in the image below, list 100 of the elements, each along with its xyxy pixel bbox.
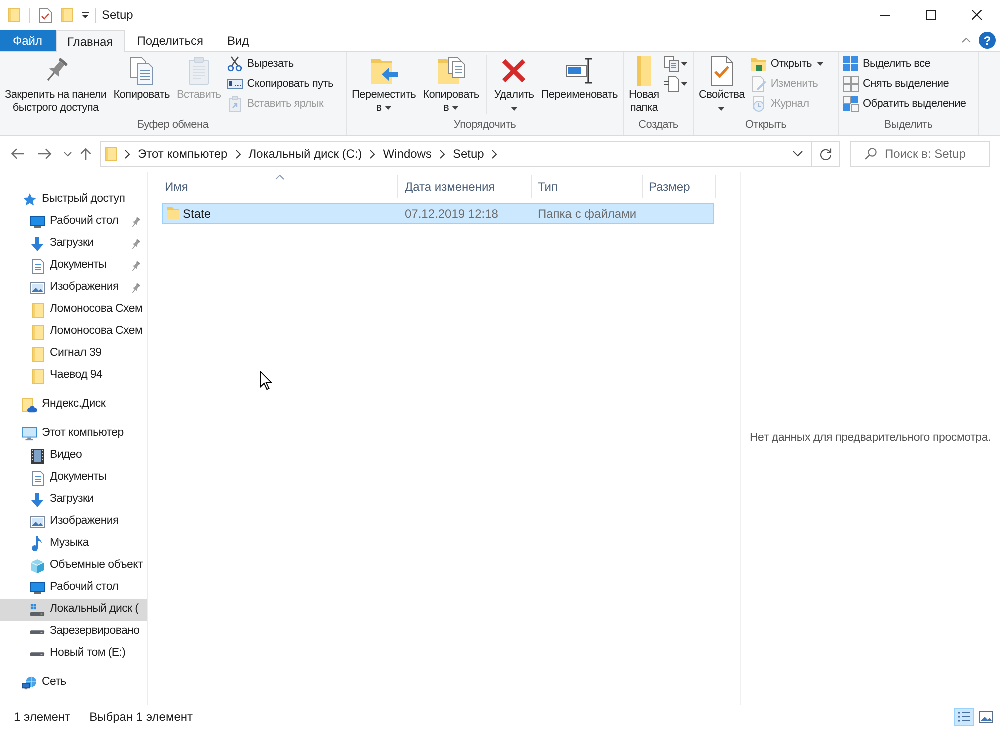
new-item-button[interactable]	[663, 54, 690, 74]
nav-item[interactable]: Загрузки	[0, 233, 147, 255]
nav-item[interactable]: Быстрый доступ	[0, 189, 147, 211]
cube-icon	[30, 558, 45, 574]
address-bar[interactable]: Этот компьютер Локальный диск (C:) Windows Setup	[100, 141, 840, 167]
folder-icon	[750, 56, 767, 72]
file-name: State	[183, 206, 212, 222]
delete-button[interactable]: Удалить	[491, 55, 538, 111]
chevron-right-icon[interactable]	[125, 150, 130, 158]
column-header[interactable]: Размер	[643, 175, 716, 198]
breadcrumb[interactable]: Windows	[383, 145, 432, 163]
chevron-up-icon[interactable]	[962, 38, 971, 43]
page-lines-icon	[664, 76, 680, 92]
modified-date: 07.12.2019 12:18	[405, 206, 498, 220]
drive-icon	[30, 630, 45, 634]
minimize-icon[interactable]	[880, 14, 890, 16]
select-all-button[interactable]: Выделить все	[840, 54, 968, 74]
nav-item[interactable]: Изображения	[0, 511, 147, 533]
nav-item[interactable]: Ломоносова Схем	[0, 321, 147, 343]
nav-item[interactable]: Чаевод 94	[0, 365, 147, 387]
thumbnails-view-icon[interactable]	[976, 708, 996, 726]
select-none-button[interactable]: Снять выделение	[840, 74, 968, 94]
squares-icon	[842, 56, 859, 72]
forward-arrow-icon[interactable]	[38, 148, 52, 160]
nav-item[interactable]: Яндекс.Диск	[0, 394, 147, 416]
desktop-icon	[30, 216, 45, 228]
nav-item[interactable]: Рабочий стол	[0, 577, 147, 599]
nav-item[interactable]: Рабочий стол	[0, 211, 147, 233]
group-label: Создать	[638, 118, 680, 133]
group-label: Открыть	[744, 118, 788, 133]
properties-button[interactable]: Свойства	[696, 55, 748, 111]
column-header[interactable]: Дата изменения	[398, 175, 532, 198]
back-arrow-icon[interactable]	[11, 148, 25, 160]
page-check-icon[interactable]	[39, 8, 52, 22]
nav-item[interactable]: Новый том (E:)	[0, 643, 147, 665]
rename-button[interactable]: Переименовать	[538, 55, 621, 102]
breadcrumb[interactable]: Setup	[452, 145, 484, 163]
close-icon[interactable]	[972, 10, 982, 20]
breadcrumb[interactable]: Локальный диск (C:)	[248, 145, 362, 163]
copy-to-button[interactable]: Копировать в	[420, 55, 482, 115]
nav-item[interactable]: Видео	[0, 445, 147, 467]
window-title: Setup	[102, 7, 134, 24]
breadcrumb[interactable]: Этот компьютер	[138, 145, 228, 163]
file-row[interactable]: State 07.12.2019 12:18 Папка с файлами	[162, 203, 714, 224]
selection-count: Выбран 1 элемент	[90, 709, 193, 726]
chevron-right-icon[interactable]	[370, 150, 376, 158]
drive-icon	[30, 652, 45, 656]
nav-item[interactable]: Сеть	[0, 672, 147, 694]
nav-item[interactable]: Локальный диск (	[0, 599, 147, 621]
chevron-right-icon[interactable]	[440, 150, 445, 158]
ribbon-tab[interactable]: Вид	[215, 30, 262, 51]
maximize-icon[interactable]	[926, 10, 936, 20]
network-icon	[22, 676, 37, 690]
move-to-button[interactable]: Переместить в	[349, 55, 420, 115]
document-icon	[32, 258, 44, 274]
pin-to-quick-access-button[interactable]: Закрепить на панели быстрого доступа	[2, 55, 110, 115]
nav-item[interactable]: Этот компьютер	[0, 423, 147, 445]
search-icon	[865, 148, 877, 160]
group-label: Буфер обмена	[136, 118, 210, 133]
invert-selection-button[interactable]: Обратить выделение	[840, 94, 968, 114]
nav-item[interactable]: Изображения	[0, 277, 147, 299]
new-folder-button[interactable]: Новая папка	[626, 55, 662, 115]
folder-pages-icon	[435, 55, 468, 87]
nav-item[interactable]: Музыка	[0, 533, 147, 555]
chevron-down-icon[interactable]	[793, 151, 803, 157]
refresh-icon[interactable]	[820, 148, 832, 160]
folder-icon	[32, 302, 44, 318]
nav-item[interactable]: Загрузки	[0, 489, 147, 511]
nav-item[interactable]: Ломоносова Схем	[0, 299, 147, 321]
ribbon-tab[interactable]: Поделиться	[125, 30, 216, 51]
chevron-right-icon[interactable]	[236, 150, 241, 158]
ribbon-tab[interactable]: Главная	[56, 30, 126, 52]
nav-item[interactable]: Зарезервировано	[0, 621, 147, 643]
scissors-icon	[227, 56, 244, 72]
document-icon	[32, 470, 44, 486]
nav-item[interactable]: Сигнал 39	[0, 343, 147, 365]
column-header[interactable]: Имя	[162, 175, 398, 198]
easy-access-button[interactable]	[663, 74, 690, 94]
folder-icon	[32, 346, 44, 362]
file-menu-tab[interactable]: Файл	[0, 30, 56, 51]
star-icon	[22, 193, 36, 207]
caret-icon[interactable]	[81, 11, 90, 19]
path-box-icon	[227, 76, 244, 92]
up-arrow-icon[interactable]	[80, 148, 92, 160]
nav-item[interactable]: Объемные объект	[0, 555, 147, 577]
documents-icon	[664, 56, 680, 72]
down-arrow-icon	[31, 492, 44, 508]
copy-button[interactable]: Копировать	[110, 55, 173, 102]
picture-icon	[30, 282, 45, 294]
open-button[interactable]: Открыть	[748, 54, 826, 74]
cut-button[interactable]: Вырезать	[225, 54, 336, 74]
column-header[interactable]: Тип	[532, 175, 643, 198]
chevron-right-icon[interactable]	[492, 150, 498, 158]
nav-item[interactable]: Документы	[0, 467, 147, 489]
details-view-icon[interactable]	[954, 708, 974, 726]
chevron-down-icon[interactable]	[64, 152, 72, 156]
nav-item[interactable]: Документы	[0, 255, 147, 277]
search-field[interactable]: Поиск в: Setup	[850, 141, 990, 167]
copy-path-button[interactable]: Скопировать путь	[225, 74, 336, 94]
help-button[interactable]: ?	[979, 32, 996, 49]
